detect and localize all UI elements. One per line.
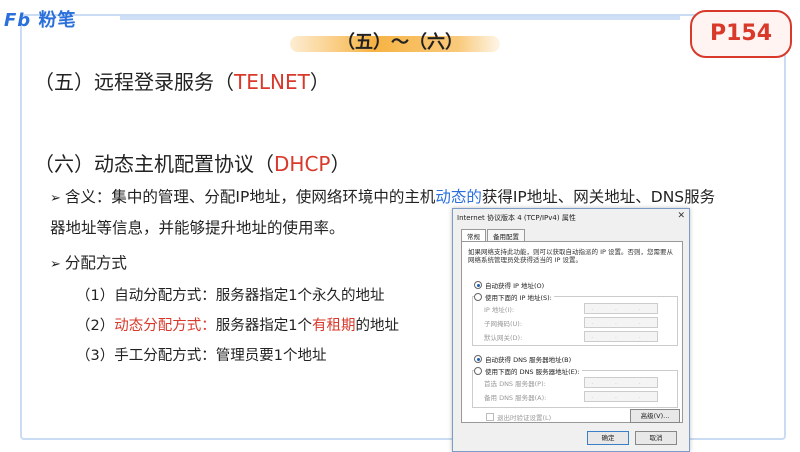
section6-highlight: DHCP <box>274 152 331 176</box>
validate-checkbox[interactable]: 退出时验证设置(L) <box>486 412 551 422</box>
subnet-mask-input[interactable]: . . . <box>584 317 658 328</box>
section6-suffix: ） <box>330 152 351 176</box>
gateway-label: 默认网关(D): <box>484 334 523 342</box>
meaning-text-a: 含义：集中的管理、分配IP地址，使网络环境中的主机 <box>64 188 436 206</box>
methods-heading: ➢ 分配方式 <box>50 251 127 273</box>
logo-prefix: Fb <box>4 10 32 31</box>
ip-address-input[interactable]: . . . <box>584 303 658 314</box>
section6-prefix: （六）动态主机配置协议（ <box>34 152 274 176</box>
checkbox-icon <box>486 413 494 421</box>
section5-prefix: （五）远程登录服务（ <box>34 70 234 94</box>
method2-suffix: 的地址 <box>355 318 399 334</box>
meaning-text-b: 获得IP地址、网关地址、DNS服务 <box>481 188 716 206</box>
method1: （1）自动分配方式：服务器指定1个永久的地址 <box>76 288 385 304</box>
subnet-mask-label: 子网掩码(U): <box>484 320 523 328</box>
ip-auto-radio[interactable]: 自动获得 IP 地址(O) <box>474 280 544 290</box>
method2: （2）动态分配方式：服务器指定1个有租期的地址 <box>76 314 399 335</box>
logo-text: 粉笔 <box>38 10 77 31</box>
dialog-description: 如果网络支持此功能，则可以获取自动指派的 IP 设置。否则，您需要从网络系统管理… <box>468 248 673 264</box>
header-line <box>120 16 680 20</box>
ipv4-properties-dialog: Internet 协议版本 4 (TCP/IPv4) 属性 ✕ 常规 备用配置 如… <box>452 208 690 452</box>
dns-alternate-input[interactable]: . . . <box>584 391 658 402</box>
close-icon[interactable]: ✕ <box>677 211 685 221</box>
header-title-wrap: （五）～（六） <box>290 26 500 54</box>
bullet-arrow-icon: ➢ <box>50 257 61 272</box>
dns-auto-radio[interactable]: 自动获得 DNS 服务器地址(B) <box>474 354 571 364</box>
method3: （3）手工分配方式：管理员要1个地址 <box>76 348 327 364</box>
dns-manual-label: 使用下面的 DNS 服务器地址(E): <box>485 368 580 376</box>
meaning-text-blue: 动态的 <box>435 188 482 206</box>
section6-heading: （六）动态主机配置协议（DHCP） <box>34 148 350 177</box>
dns-alternate-label: 备用 DNS 服务器(A): <box>484 394 547 402</box>
radio-unselected-icon <box>474 367 482 375</box>
brand-logo: Fb 粉笔 <box>4 6 76 32</box>
dialog-tabs: 常规 备用配置 <box>461 229 526 242</box>
advanced-button[interactable]: 高级(V)... <box>630 409 680 423</box>
dialog-title: Internet 协议版本 4 (TCP/IPv4) 属性 <box>457 214 576 222</box>
section5-highlight: TELNET <box>234 70 310 94</box>
meaning-line2: 器地址等信息，并能够提升地址的使用率。 <box>50 219 345 237</box>
ip-address-label: IP 地址(I): <box>484 306 515 314</box>
method2-red: 动态分配方式： <box>114 318 216 334</box>
method2-mid: 服务器指定1个 <box>215 318 312 334</box>
bullet-arrow-icon: ➢ <box>50 191 61 206</box>
ok-button[interactable]: 确定 <box>587 431 629 445</box>
method2-prefix: （2） <box>76 318 115 334</box>
radio-selected-icon <box>474 355 482 363</box>
methods-heading-text: 分配方式 <box>64 254 127 272</box>
method2-red2: 有租期 <box>311 318 356 334</box>
section5-heading: （五）远程登录服务（TELNET） <box>34 66 330 95</box>
radio-unselected-icon <box>474 293 482 301</box>
meaning-line1: ➢ 含义：集中的管理、分配IP地址，使网络环境中的主机动态的获得IP地址、网关地址… <box>50 185 715 207</box>
dns-preferred-label: 首选 DNS 服务器(P): <box>484 380 546 388</box>
dns-preferred-input[interactable]: . . . <box>584 377 658 388</box>
validate-label: 退出时验证设置(L) <box>497 414 552 422</box>
dns-auto-label: 自动获得 DNS 服务器地址(B) <box>485 356 572 364</box>
ip-auto-label: 自动获得 IP 地址(O) <box>485 282 545 290</box>
general-panel: 如果网络支持此功能，则可以获取自动指派的 IP 设置。否则，您需要从网络系统管理… <box>461 241 683 423</box>
radio-selected-icon <box>474 281 482 289</box>
cancel-button[interactable]: 取消 <box>635 431 677 445</box>
gateway-input[interactable]: . . . <box>584 331 658 342</box>
dns-manual-radio[interactable]: 使用下面的 DNS 服务器地址(E): <box>474 366 582 376</box>
page-badge: P154 <box>690 10 792 58</box>
ip-manual-radio[interactable]: 使用下面的 IP 地址(S): <box>474 292 554 302</box>
ip-manual-label: 使用下面的 IP 地址(S): <box>485 294 552 302</box>
section5-suffix: ） <box>309 70 330 94</box>
page-title: （五）～（六） <box>337 32 463 53</box>
